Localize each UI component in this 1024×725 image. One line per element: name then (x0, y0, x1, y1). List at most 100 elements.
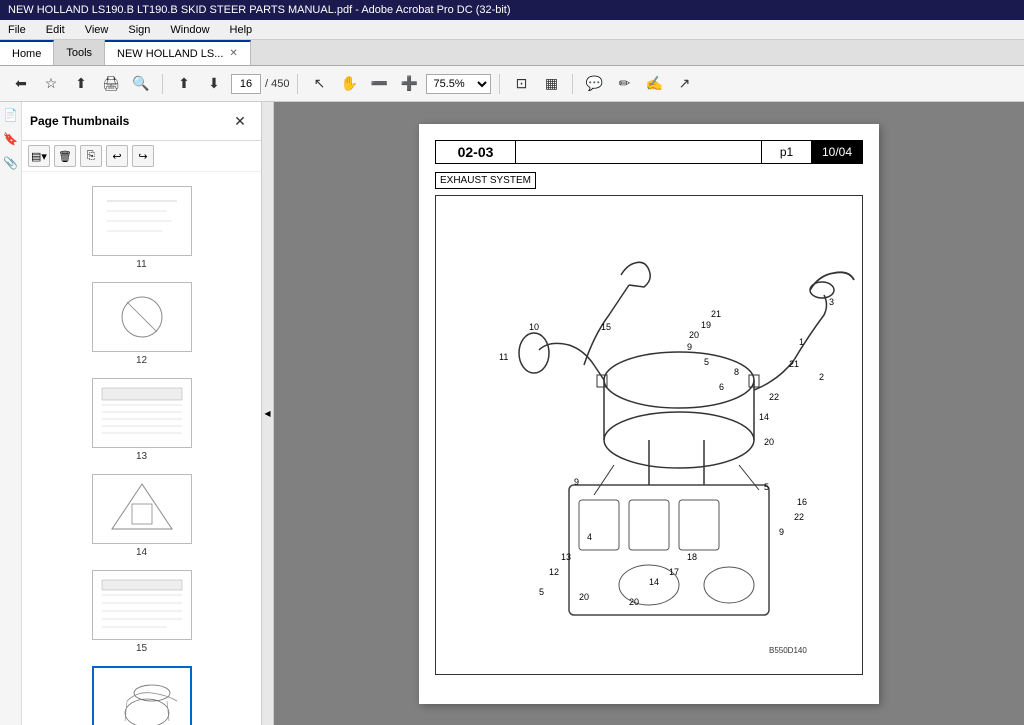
page-header: 02-03 p1 10/04 (435, 140, 863, 164)
share-button[interactable]: ↗ (671, 71, 697, 97)
svg-text:B550D140: B550D140 (769, 646, 807, 655)
separator-4 (572, 74, 573, 94)
svg-text:10: 10 (529, 322, 539, 332)
svg-text:18: 18 (687, 552, 697, 562)
svg-text:4: 4 (587, 532, 592, 542)
page-icon[interactable]: 📄 (2, 106, 20, 124)
thumbnail-item-14[interactable]: 14 (22, 468, 261, 564)
thumb-preview-12 (97, 287, 187, 347)
attachment-icon[interactable]: 📎 (2, 154, 20, 172)
svg-text:13: 13 (561, 552, 571, 562)
zoom-in-button[interactable]: ➕ (396, 71, 422, 97)
thumb-box-13 (92, 378, 192, 448)
exhaust-diagram: 10 11 3 2 1 22 14 20 8 6 5 9 16 22 9 5 1 (439, 205, 859, 665)
svg-text:6: 6 (719, 382, 724, 392)
menu-window[interactable]: Window (166, 22, 213, 38)
thumbnail-item-11[interactable]: 11 (22, 180, 261, 276)
svg-text:5: 5 (539, 587, 544, 597)
menu-view[interactable]: View (81, 22, 113, 38)
title-text: NEW HOLLAND LS190.B LT190.B SKID STEER P… (8, 4, 511, 16)
svg-text:17: 17 (669, 567, 679, 577)
thumbnail-item-16[interactable]: 16 (22, 660, 261, 725)
svg-text:20: 20 (689, 330, 699, 340)
menu-file[interactable]: File (4, 22, 30, 38)
thumb-label-12: 12 (136, 355, 147, 366)
comment-button[interactable]: 💬 (581, 71, 607, 97)
thumb-label-14: 14 (136, 547, 147, 558)
svg-text:22: 22 (769, 392, 779, 402)
thumb-box-12 (92, 282, 192, 352)
svg-text:22: 22 (794, 512, 804, 522)
tab-home[interactable]: Home (0, 40, 54, 65)
pan-tool[interactable]: ✋ (336, 71, 362, 97)
thumbnail-item-15[interactable]: 15 (22, 564, 261, 660)
svg-text:16: 16 (797, 497, 807, 507)
thumbnail-options-btn[interactable]: ▤▾ (28, 145, 50, 167)
svg-text:8: 8 (734, 367, 739, 377)
svg-text:11: 11 (499, 352, 508, 362)
signature-button[interactable]: ✍ (641, 71, 667, 97)
svg-text:14: 14 (759, 412, 769, 422)
extract-btn[interactable]: ⎘ (80, 145, 102, 167)
print-button[interactable]: 🖨 (98, 71, 124, 97)
svg-text:5: 5 (704, 357, 709, 367)
close-tab-icon[interactable]: ✕ (229, 48, 237, 59)
title-bar: NEW HOLLAND LS190.B LT190.B SKID STEER P… (0, 0, 1024, 20)
thumbnail-item-12[interactable]: 12 (22, 276, 261, 372)
toolbar: ⬅ ☆ ⬆ 🖨 🔍 ⬆ ⬇ / 450 ↖ ✋ ➖ ➕ 50% 75% 75.5… (0, 66, 1024, 102)
zoom-out-button[interactable]: ➖ (366, 71, 392, 97)
menu-edit[interactable]: Edit (42, 22, 69, 38)
thumb-box-11 (92, 186, 192, 256)
date-cell: 10/04 (812, 141, 862, 163)
svg-text:20: 20 (764, 437, 774, 447)
pdf-viewer[interactable]: 02-03 p1 10/04 EXHAUST SYSTEM (274, 102, 1024, 725)
svg-text:1: 1 (799, 337, 804, 347)
svg-text:21: 21 (789, 359, 799, 369)
section-spacer (516, 141, 762, 163)
separator-2 (297, 74, 298, 94)
tab-doc[interactable]: NEW HOLLAND LS... ✕ (105, 40, 251, 65)
svg-text:19: 19 (701, 320, 711, 330)
svg-text:5: 5 (764, 482, 769, 492)
columns-button[interactable]: ▦ (538, 71, 564, 97)
fit-page-button[interactable]: ⊡ (508, 71, 534, 97)
sidebar-panel: Page Thumbnails ✕ ▤▾ 🗑 ⎘ ↩ ↪ (22, 102, 262, 725)
page-number-input[interactable] (231, 74, 261, 94)
thumbnail-item-13[interactable]: 13 (22, 372, 261, 468)
undo-btn[interactable]: ↩ (106, 145, 128, 167)
sidebar-toolbar: ▤▾ 🗑 ⎘ ↩ ↪ (22, 141, 261, 172)
pdf-page: 02-03 p1 10/04 EXHAUST SYSTEM (419, 124, 879, 704)
search-button[interactable]: 🔍 (128, 71, 154, 97)
svg-text:14: 14 (649, 577, 659, 587)
thumb-box-14 (92, 474, 192, 544)
zoom-select[interactable]: 50% 75% 75.5% 100% 125% 150% 200% (426, 74, 491, 94)
thumb-preview-16 (97, 671, 187, 725)
tab-tools[interactable]: Tools (54, 40, 105, 65)
sidebar-title: Page Thumbnails (30, 114, 129, 128)
thumb-preview-14 (97, 479, 187, 539)
next-page-button[interactable]: ⬇ (201, 71, 227, 97)
cursor-tool[interactable]: ↖ (306, 71, 332, 97)
collapse-handle[interactable]: ◀ (262, 102, 274, 725)
back-button[interactable]: ⬅ (8, 71, 34, 97)
svg-text:21: 21 (711, 309, 721, 319)
collapse-icon: ◀ (264, 409, 270, 418)
redo-btn[interactable]: ↪ (132, 145, 154, 167)
thumb-label-13: 13 (136, 451, 147, 462)
bookmark-panel-icon[interactable]: 🔖 (2, 130, 20, 148)
separator-1 (162, 74, 163, 94)
bookmark-button[interactable]: ☆ (38, 71, 64, 97)
close-sidebar-button[interactable]: ✕ (227, 108, 253, 134)
menu-help[interactable]: Help (226, 22, 257, 38)
upload-button[interactable]: ⬆ (68, 71, 94, 97)
highlight-button[interactable]: ✏ (611, 71, 637, 97)
menu-bar: File Edit View Sign Window Help (0, 20, 1024, 40)
delete-thumb-btn[interactable]: 🗑 (54, 145, 76, 167)
menu-sign[interactable]: Sign (124, 22, 154, 38)
thumb-preview-15 (97, 575, 187, 635)
section-number: 02-03 (436, 141, 516, 163)
thumb-box-16 (92, 666, 192, 725)
thumb-preview-11 (97, 191, 187, 251)
thumb-box-15 (92, 570, 192, 640)
prev-page-button[interactable]: ⬆ (171, 71, 197, 97)
